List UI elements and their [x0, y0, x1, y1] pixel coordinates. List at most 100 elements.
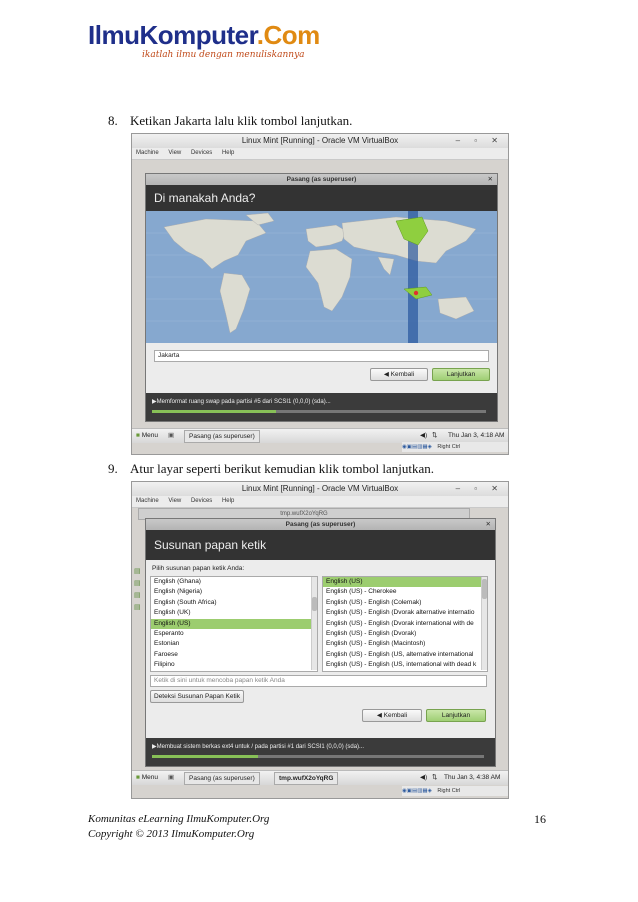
volume-icon[interactable]: ◀) [420, 429, 427, 443]
progress-text-row: ▶Membuat sistem berkas ext4 untuk / pada… [152, 743, 495, 750]
close-icon[interactable]: ✕ [488, 174, 493, 185]
taskbar-item-installer[interactable]: Pasang (as superuser) [184, 772, 260, 785]
close-icon[interactable]: ✕ [486, 519, 491, 530]
progress-text: Memformat ruang swap pada partisi #5 dar… [156, 399, 331, 405]
network-icon[interactable]: ⇅ [432, 429, 437, 443]
list-item[interactable]: English (Nigeria) [151, 587, 317, 597]
back-button[interactable]: ◀ Kembali [362, 709, 422, 722]
back-arrow-icon: ◀ [376, 712, 382, 719]
logo-brand-part1: IlmuKomputer [88, 20, 257, 50]
vm-window-title: Linux Mint [Running] - Oracle VM Virtual… [241, 484, 399, 493]
footer: Komunitas eLearning IlmuKomputer.Org Cop… [88, 812, 269, 842]
location-pin-icon [413, 290, 419, 296]
detect-layout-button[interactable]: Deteksi Susunan Papan Ketik [150, 690, 244, 703]
menu-machine[interactable]: Machine [136, 150, 159, 156]
vm-menubar: Machine View Devices Help [132, 496, 508, 508]
list-item[interactable]: English (US) - English (Colemak) [323, 598, 487, 608]
list-item[interactable]: English (US) - English (Macintosh) [323, 639, 487, 649]
menu-view[interactable]: View [168, 150, 181, 156]
taskbar-menu[interactable]: ■ Menu [136, 771, 158, 785]
show-desktop-icon[interactable]: ▣ [168, 429, 174, 443]
menu-view[interactable]: View [168, 498, 181, 504]
taskbar-item-installer[interactable]: Pasang (as superuser) [184, 430, 260, 443]
layout-list-scrollbar[interactable] [311, 577, 317, 670]
menu-devices[interactable]: Devices [191, 498, 212, 504]
guest-taskbar: ■ Menu ▣ Pasang (as superuser) tmp.wufX2… [132, 770, 508, 785]
list-item[interactable]: Filipino [151, 660, 317, 670]
timezone-world-map[interactable] [146, 211, 497, 343]
vm-window-title: Linux Mint [Running] - Oracle VM Virtual… [241, 136, 399, 145]
list-item[interactable]: English (US) - English (Dvorak alternati… [323, 608, 487, 618]
logo-brand-part2: .Com [256, 20, 321, 50]
list-item[interactable]: English (Ghana) [151, 577, 317, 587]
back-arrow-icon: ◀ [383, 371, 389, 378]
list-item[interactable]: English (US) - English (US, internationa… [323, 660, 487, 670]
back-button[interactable]: ◀ Kembali [370, 368, 428, 381]
site-logo: IlmuKomputer.Com ikatlah ilmu dengan men… [88, 20, 388, 70]
progress-text-row: ▶Memformat ruang swap pada partisi #5 da… [152, 398, 497, 405]
list-item[interactable]: English (US) - English (Dvorak internati… [323, 619, 487, 629]
progress-bar-fill [152, 410, 276, 413]
next-button[interactable]: Lanjutkan [432, 368, 490, 381]
mint-menu-icon: ■ [136, 774, 140, 781]
taskbar-menu[interactable]: ■ Menu [136, 429, 158, 443]
keyboard-test-input[interactable]: Ketik di sini untuk mencoba papan ketik … [150, 675, 487, 687]
mint-menu-icon: ■ [136, 432, 140, 439]
list-item[interactable]: Estonian [151, 639, 317, 649]
variant-list-scrollbar[interactable] [481, 577, 487, 670]
dialog-heading: Di manakah Anda? [146, 185, 497, 211]
vm-window-1: Linux Mint [Running] - Oracle VM Virtual… [131, 133, 509, 455]
guest-taskbar: ■ Menu ▣ Pasang (as superuser) ◀) ⇅ Thu … [132, 428, 508, 443]
list-item[interactable]: English (UK) [151, 608, 317, 618]
show-desktop-icon[interactable]: ▣ [168, 771, 174, 785]
menu-devices[interactable]: Devices [191, 150, 212, 156]
list-item[interactable]: English (South Africa) [151, 598, 317, 608]
clock[interactable]: Thu Jan 3, 4:38 AM [444, 771, 500, 785]
menu-help[interactable]: Help [222, 150, 234, 156]
network-icon[interactable]: ⇅ [432, 771, 437, 785]
layout-prompt: Pilih susunan papan ketik Anda: [152, 565, 245, 572]
scrollbar-thumb[interactable] [482, 579, 487, 599]
vm-screen: tmp.wufX2oYqRG ▤ ▤ ▤ ▤ Pasang (as superuser… [132, 508, 508, 798]
taskbar-item-terminal[interactable]: tmp.wufX2oYqRG [274, 772, 339, 785]
dialog-title: Pasang (as superuser) [285, 521, 356, 528]
volume-icon[interactable]: ◀) [420, 771, 427, 785]
vm-window-2: Linux Mint [Running] - Oracle VM Virtual… [131, 481, 509, 799]
window-controls[interactable]: – ▫ ✕ [456, 482, 504, 496]
scrollbar-thumb[interactable] [312, 597, 317, 611]
progress-bar-fill [152, 755, 259, 758]
footer-line-2: Copyright © 2013 IlmuKomputer.Org [88, 828, 255, 840]
dialog-titlebar: Pasang (as superuser) ✕ [146, 519, 495, 530]
step-text: Ketikan Jakarta lalu klik tombol lanjutk… [130, 113, 353, 128]
progress-bar [152, 410, 486, 413]
status-icons: ◉▣▤▥▦◈ [402, 788, 432, 794]
list-item[interactable]: English (US) [323, 577, 487, 588]
vm-screen: Pasang (as superuser) ✕ Di manakah Anda? [132, 160, 508, 454]
vm-titlebar: Linux Mint [Running] - Oracle VM Virtual… [132, 482, 508, 496]
variant-list[interactable]: English (US) English (US) - Cherokee Engli… [322, 576, 488, 672]
layout-list[interactable]: English (Ghana) English (Nigeria) English … [150, 576, 318, 672]
clock[interactable]: Thu Jan 3, 4:18 AM [448, 429, 504, 443]
list-item[interactable]: English (US) - English (US, alternative … [323, 650, 487, 660]
installer-dialog: Pasang (as superuser) ✕ Di manakah Anda? [145, 173, 498, 422]
vm-statusbar: ◉▣▤▥▦◈ Right Ctrl [402, 442, 508, 452]
list-item[interactable]: English (US) - English (Dvorak) [323, 629, 487, 639]
dialog-titlebar: Pasang (as superuser) ✕ [146, 174, 497, 185]
step-number: 8. [108, 113, 118, 128]
page-number: 16 [534, 812, 546, 826]
footer-line-1: Komunitas eLearning IlmuKomputer.Org [88, 813, 270, 825]
menu-help[interactable]: Help [222, 498, 234, 504]
next-button[interactable]: Lanjutkan [426, 709, 486, 722]
list-item[interactable]: Esperanto [151, 629, 317, 639]
logo-tagline: ikatlah ilmu dengan menuliskannya [142, 50, 305, 60]
list-item[interactable]: English (US) [151, 618, 317, 629]
desktop-icons[interactable]: ▤ ▤ ▤ ▤ [134, 566, 142, 614]
list-item[interactable]: English (US) - Cherokee [323, 587, 487, 597]
menu-machine[interactable]: Machine [136, 498, 159, 504]
list-item[interactable]: Faroese [151, 650, 317, 660]
window-controls[interactable]: – ▫ ✕ [456, 134, 504, 148]
dialog-title: Pasang (as superuser) [286, 176, 357, 183]
vm-menubar: Machine View Devices Help [132, 148, 508, 160]
location-input[interactable]: Jakarta [154, 350, 489, 362]
progress-bar [152, 755, 484, 758]
